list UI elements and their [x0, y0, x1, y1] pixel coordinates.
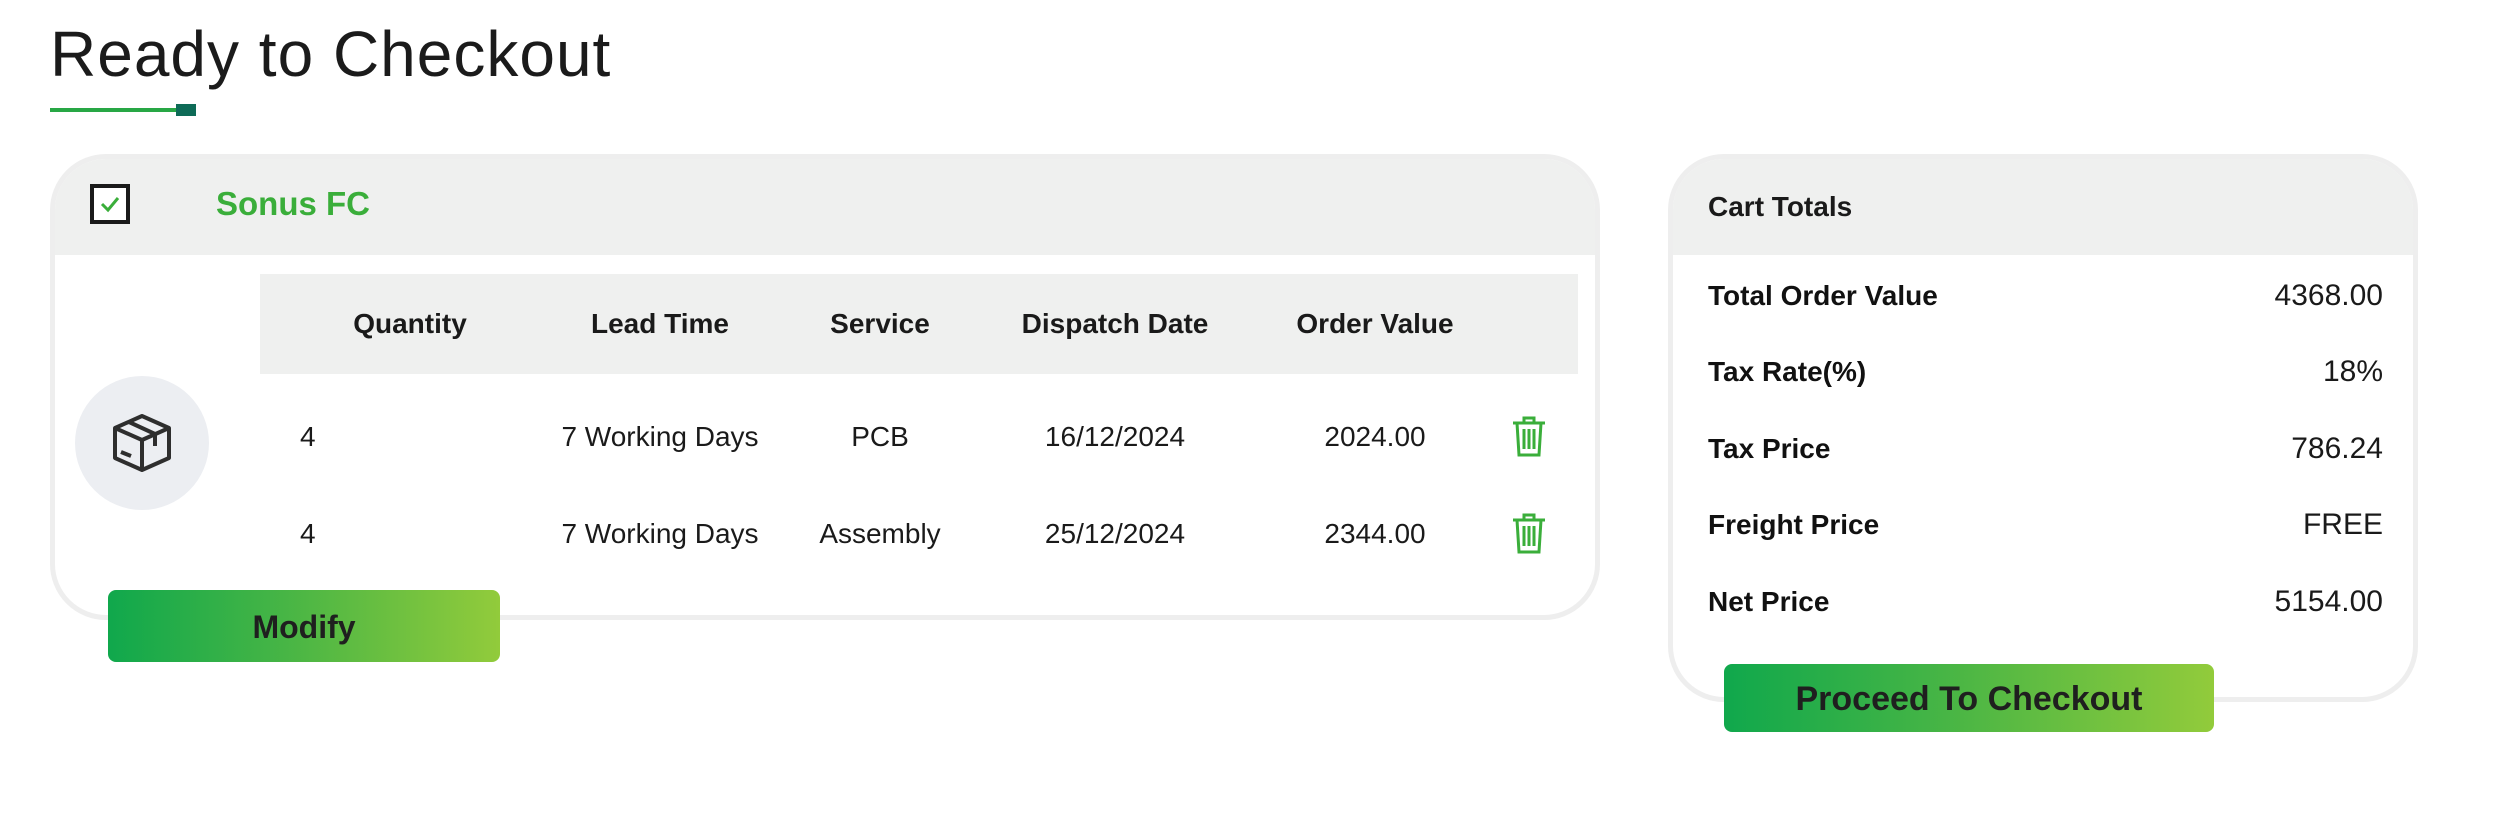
net-price-value: 5154.00 [2274, 585, 2383, 618]
cell-order-value: 2344.00 [1324, 518, 1426, 549]
proceed-to-checkout-button[interactable]: Proceed To Checkout [1724, 664, 2214, 732]
tax-rate-value: 18% [2322, 355, 2383, 388]
cell-order-value: 2024.00 [1324, 421, 1426, 452]
tax-rate-label: Tax Rate(%) [1708, 356, 1867, 387]
vendor-checkbox[interactable] [90, 184, 130, 224]
column-header-quantity: Quantity [353, 308, 467, 339]
order-card: Sonus FC Quantity Lead Time Service Disp… [50, 154, 1600, 620]
freight-price-value: FREE [2302, 508, 2383, 541]
cell-lead-time: 7 Working Days [561, 518, 759, 549]
trash-icon[interactable] [1511, 512, 1547, 554]
column-header-lead-time: Lead Time [591, 308, 729, 339]
modify-button[interactable]: Modify [108, 590, 500, 662]
product-thumbnail [75, 376, 209, 510]
cell-quantity: 4 [300, 421, 316, 452]
cart-totals-header: Cart Totals [1673, 159, 2413, 255]
cell-service: Assembly [819, 518, 941, 549]
cart-totals-title: Cart Totals [1708, 191, 1853, 222]
trash-icon[interactable] [1511, 415, 1547, 457]
title-underline-accent [176, 104, 196, 116]
tax-price-value: 786.24 [2291, 432, 2383, 465]
freight-price-label: Freight Price [1708, 509, 1880, 540]
total-order-value-label: Total Order Value [1708, 280, 1938, 311]
column-header-order-value: Order Value [1296, 308, 1454, 339]
cell-lead-time: 7 Working Days [561, 421, 759, 452]
order-table-header: Quantity Lead Time Service Dispatch Date… [260, 274, 1578, 374]
check-icon [100, 197, 120, 213]
total-order-value: 4368.00 [2274, 279, 2383, 312]
page-title: Ready to Checkout [50, 18, 612, 90]
cell-dispatch-date: 25/12/2024 [1044, 518, 1186, 549]
cell-dispatch-date: 16/12/2024 [1044, 421, 1186, 452]
cart-totals-card: Cart Totals Total Order Value 4368.00 Ta… [1668, 154, 2418, 702]
title-underline [50, 108, 178, 112]
column-header-service: Service [830, 308, 930, 339]
package-icon [113, 414, 171, 472]
tax-price-label: Tax Price [1708, 433, 1831, 464]
column-header-dispatch-date: Dispatch Date [1021, 308, 1209, 339]
cell-service: PCB [851, 421, 909, 452]
net-price-label: Net Price [1708, 586, 1830, 617]
cell-quantity: 4 [300, 518, 316, 549]
order-card-header: Sonus FC [55, 159, 1595, 255]
vendor-name: Sonus FC [216, 185, 370, 222]
